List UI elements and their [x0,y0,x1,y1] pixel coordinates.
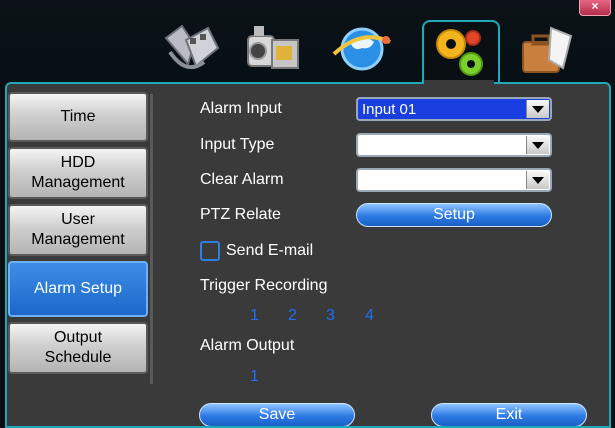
trigger-channel-1[interactable]: 1 [250,307,259,325]
save-button[interactable]: Save [199,403,355,427]
chevron-down-icon[interactable] [526,171,549,189]
trigger-channel-3[interactable]: 3 [326,307,335,325]
sidebar-divider [150,94,153,384]
alarm-output-channel-1[interactable]: 1 [250,368,259,386]
top-menu-bar: × [0,0,615,86]
sidebar-item-label: Schedule [44,349,112,366]
sidebar-item-label: Alarm Setup [33,280,123,297]
sidebar-item-time[interactable]: Time [8,92,148,142]
sidebar-item-label: Management [31,174,125,191]
ptz-setup-button[interactable]: Setup [356,203,552,227]
chevron-down-icon[interactable] [526,136,549,154]
clear-alarm-select[interactable] [356,168,552,192]
sidebar-item-label: User [61,211,95,228]
tab-connector [424,80,494,86]
trigger-channel-4[interactable]: 4 [365,307,374,325]
input-type-select[interactable] [356,133,552,157]
chevron-down-icon[interactable] [526,100,549,118]
send-email-label: Send E-mail [226,242,314,259]
briefcase-tools-icon[interactable] [515,18,579,80]
sidebar-item-label: Output [53,329,103,346]
sidebar-item-user-management[interactable]: User Management [8,204,148,256]
alarm-input-value: Input 01 [362,101,417,118]
sidebar-item-label: Management [31,231,125,248]
sidebar-item-label: HDD [60,154,96,171]
alarm-input-select[interactable]: Input 01 [356,97,552,121]
dvr-window: × Time HDD Management User Management Al… [0,0,615,428]
sidebar-item-alarm-setup[interactable]: Alarm Setup [8,261,148,317]
alarm-output-label: Alarm Output [200,337,295,354]
exit-button[interactable]: Exit [431,403,587,427]
clear-alarm-label: Clear Alarm [200,171,284,188]
trigger-recording-label: Trigger Recording [200,277,328,294]
send-email-checkbox[interactable] [200,241,220,261]
network-globe-icon[interactable] [330,18,394,80]
sidebar-item-label: Time [60,108,96,125]
trigger-channel-2[interactable]: 2 [288,307,297,325]
settings-gears-icon[interactable] [427,20,491,82]
video-playback-icon[interactable] [160,18,224,80]
sidebar-item-hdd-management[interactable]: HDD Management [8,147,148,199]
close-button[interactable]: × [579,0,611,16]
input-type-label: Input Type [200,136,275,153]
camera-icon[interactable] [240,18,304,80]
sidebar-item-output-schedule[interactable]: Output Schedule [8,322,148,374]
alarm-input-label: Alarm Input [200,100,282,117]
ptz-relate-label: PTZ Relate [200,206,281,223]
